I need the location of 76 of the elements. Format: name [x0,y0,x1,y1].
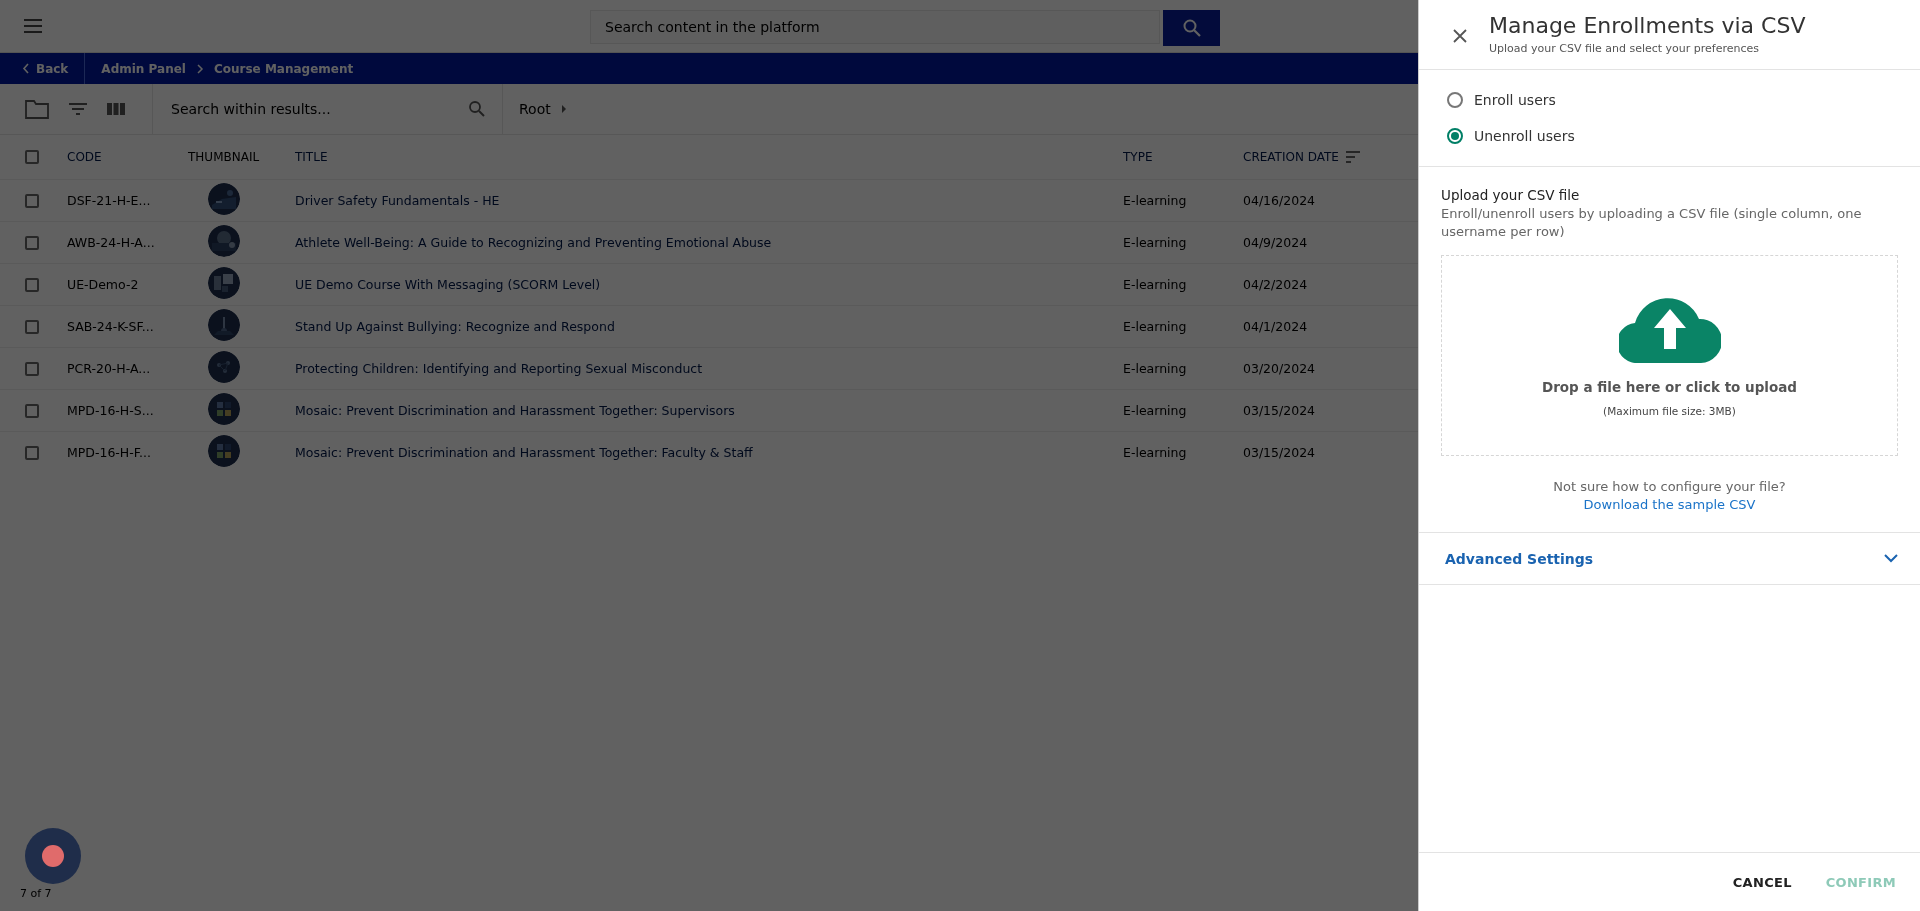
table-cell: MPD-16-H-S... [67,403,154,418]
filter-icon[interactable] [68,101,88,117]
chevron-icon[interactable] [1884,554,1898,563]
cancel-button[interactable]: CANCEL [1722,866,1802,898]
search-field[interactable]: Search within results... [169,100,468,118]
breadcrumb-link[interactable]: Course Management [213,61,354,76]
checkbox[interactable] [25,150,39,164]
section-heading: Upload your CSV file [1441,187,1581,203]
table-cell: AWB-24-H-A... [67,235,155,250]
course-title-link[interactable]: Mosaic: Prevent Discrimination and Harassment Together: Faculty & Staff [295,445,753,460]
folder-icon[interactable] [24,98,50,120]
table-cell: E-learning [1123,403,1187,418]
course-title-link[interactable]: Mosaic: Prevent Discrimination and Harassment Together: Supervisors [295,403,735,418]
chevron-right-icon [195,63,204,74]
pagination-count: 7 of 7 [20,887,52,900]
radio-option[interactable]: Enroll users [1447,92,1892,108]
course-title-link[interactable]: Stand Up Against Bullying: Recognize and Respond [295,319,615,334]
record-button[interactable] [25,828,81,884]
radio-option[interactable]: Unenroll users [1447,128,1892,144]
table-cell: E-learning [1123,319,1187,334]
table-cell: 04/1/2024 [1243,319,1308,334]
table-cell: E-learning [1123,445,1187,460]
table-cell: 04/16/2024 [1243,193,1316,208]
radio-icon[interactable] [1447,128,1463,144]
checkbox[interactable] [25,361,39,376]
column-header[interactable]: TITLE [295,150,328,164]
course-title-link[interactable]: UE Demo Course With Messaging (SCORM Level) [295,277,601,292]
table-cell: DSF-21-H-E... [67,193,151,208]
sample-csv-link[interactable]: Download the sample CSV [1583,497,1756,512]
breadcrumb-link[interactable]: Admin Panel [101,61,186,76]
checkbox[interactable] [25,193,39,208]
sort-icon[interactable] [1344,151,1361,163]
caret-icon[interactable] [560,104,567,114]
folder-path[interactable]: Root [519,101,551,117]
help-text: Not sure how to configure your file? [1552,478,1787,496]
course-title-link[interactable]: Athlete Well-Being: A Guide to Recognizing and Preventing Emotional Abuse [295,235,772,250]
table-cell: 04/9/2024 [1243,235,1308,250]
table-cell: UE-Demo-2 [67,277,139,292]
table-cell: PCR-20-H-A... [67,361,151,376]
search-icon[interactable] [468,100,486,118]
table-cell: SAB-24-K-SF... [67,319,154,334]
advanced-settings-toggle[interactable]: Advanced Settings [1419,533,1920,585]
panel-subtitle: Upload your CSV file and select your preferences [1489,42,1761,55]
table-cell: 03/15/2024 [1243,445,1316,460]
table-cell: E-learning [1123,361,1187,376]
checkbox[interactable] [25,235,39,250]
chevron-left-icon[interactable] [22,63,30,74]
search-icon[interactable] [1181,18,1202,38]
column-header[interactable]: TYPE [1123,150,1153,164]
close-button[interactable] [1451,27,1469,45]
table-cell: E-learning [1123,193,1187,208]
table-cell: 03/20/2024 [1243,361,1316,376]
file-drop-zone[interactable]: Drop a file here or click to upload (Maximum file size: 3MB) [1441,255,1898,456]
drop-instructions: Drop a file here or click to upload [1542,378,1797,395]
checkbox[interactable] [25,319,39,334]
checkbox[interactable] [25,403,39,418]
section-description: Enroll/unenroll users by uploading a CSV file (single column, one username per row) [1441,205,1863,241]
radio-icon[interactable] [1447,92,1463,108]
course-title-link[interactable]: Driver Safety Fundamentals - HE [295,193,500,208]
table-cell: MPD-16-H-F... [67,445,151,460]
table-cell: 04/2/2024 [1243,277,1308,292]
table-cell: E-learning [1123,277,1187,292]
table-cell: E-learning [1123,235,1187,250]
file-size-limit: (Maximum file size: 3MB) [1603,404,1736,417]
search-button[interactable] [1163,10,1220,46]
panel-title: Manage Enrollments via CSV [1489,12,1806,40]
table-cell: 03/15/2024 [1243,403,1316,418]
column-header: THUMBNAIL [188,150,260,164]
column-header[interactable]: CREATION DATE [1243,150,1361,164]
columns-icon[interactable] [106,101,126,117]
column-header[interactable]: CODE [67,150,102,164]
course-title-link[interactable]: Protecting Children: Identifying and Reporting Sexual Misconduct [295,361,703,376]
checkbox[interactable] [25,277,39,292]
checkbox[interactable] [25,445,39,460]
search-field[interactable]: Search content in the platform [590,10,1160,44]
back-link[interactable]: Back [0,53,86,84]
